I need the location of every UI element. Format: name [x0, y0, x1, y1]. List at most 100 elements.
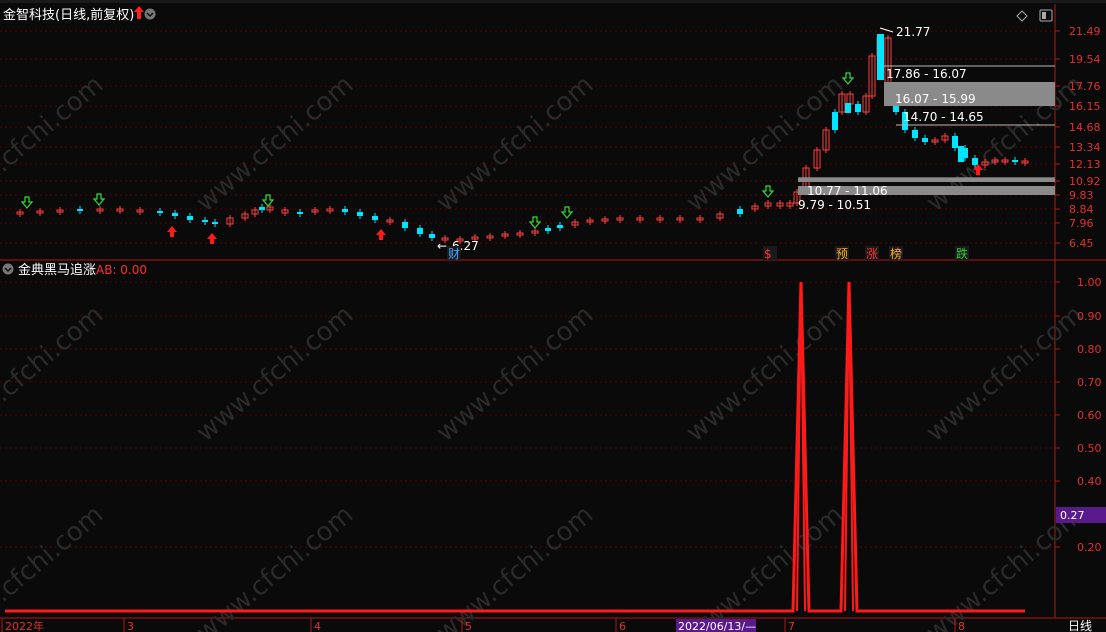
zone-band — [798, 178, 1055, 182]
buy-arrow-icon — [207, 233, 217, 244]
event-tag: $ — [764, 247, 772, 261]
x-tick-label: 5 — [465, 620, 472, 632]
low-pointer-icon: ← — [437, 239, 447, 253]
candle-body-down — [845, 103, 851, 113]
peak-candle — [877, 34, 884, 80]
y-tick-label: 0.80 — [1077, 343, 1102, 356]
event-tags[interactable]: 财 $ 预 涨榜 跌 — [447, 246, 969, 261]
candle-body-down — [187, 216, 193, 220]
zone-label: 14.70 - 14.65 — [903, 110, 984, 124]
indicator-dropdown-icon[interactable] — [2, 263, 14, 275]
up-arrow-icon — [134, 6, 144, 19]
y-tick-label: 0.90 — [1077, 310, 1102, 323]
x-tick-label: 8 — [958, 620, 965, 632]
x-tick-label: 7 — [788, 620, 795, 632]
candle-body-down — [855, 104, 861, 112]
x-tick-label: 3 — [127, 620, 134, 632]
candle-body-down — [212, 222, 218, 224]
candle-body-down — [297, 212, 303, 214]
zone-label: 10.77 - 11.06 — [807, 184, 888, 198]
y-tick-label: 0.50 — [1077, 442, 1102, 455]
candle-body-down — [172, 213, 178, 216]
event-tag: 预 — [836, 247, 848, 261]
candle-body-down — [402, 222, 408, 228]
watermark-text: www.cfchi.com — [191, 70, 360, 218]
watermark-layer: www.cfchi.com www.cfchi.com www.cfchi.com w… — [0, 70, 1089, 632]
y-tick-label: 16.15 — [1069, 100, 1101, 113]
event-tag: 财 — [448, 247, 460, 261]
current-value-text: 0.27 — [1060, 509, 1085, 522]
price-y-axis: 21.49 19.54 17.76 16.15 14.68 13.34 12.13 10.92… — [1055, 25, 1101, 250]
candle-body-down — [357, 212, 363, 216]
candle-body-down — [259, 207, 265, 210]
event-tag: 跌 — [956, 246, 968, 261]
x-tick-label: 4 — [314, 620, 321, 632]
candle-body-down — [972, 158, 978, 165]
candle-body-down — [557, 225, 563, 228]
buy-arrow-icon — [376, 229, 386, 240]
candle-body-down — [342, 209, 348, 212]
candle-body-down — [429, 234, 435, 238]
y-tick-label: 14.68 — [1069, 121, 1101, 134]
y-tick-label: 9.83 — [1069, 189, 1094, 202]
watermark-text: www.cfchi.com — [0, 70, 109, 218]
y-tick-label: 6.45 — [1069, 237, 1094, 250]
zone-label: 16.07 - 15.99 — [895, 92, 976, 106]
y-tick-label: 8.84 — [1069, 203, 1094, 216]
watermark-text: www.cfchi.com — [431, 300, 600, 448]
y-tick-label: 0.40 — [1077, 475, 1102, 488]
candle-body-down — [922, 138, 928, 142]
y-tick-label: 0.20 — [1077, 541, 1102, 554]
window-icon-pane — [1042, 12, 1046, 19]
high-price-label: 21.77 — [896, 25, 930, 39]
dropdown-icon[interactable] — [144, 8, 156, 20]
candle-body-down — [202, 220, 208, 222]
watermark-text: www.cfchi.com — [681, 300, 850, 448]
y-tick-label: 21.49 — [1069, 25, 1101, 38]
stock-title[interactable]: 金智科技(日线,前复权) — [3, 7, 134, 23]
watermark-text: www.cfchi.com — [191, 300, 360, 448]
event-tag: 涨 — [866, 246, 878, 261]
y-tick-label: 0.70 — [1077, 376, 1102, 389]
indicator-grid — [0, 281, 1055, 548]
y-tick-label: 13.34 — [1069, 141, 1101, 154]
watermark-text: www.cfchi.com — [0, 300, 109, 448]
candle-body-down — [545, 228, 551, 231]
cursor-date-text: 2022/06/13/— — [678, 620, 756, 632]
y-tick-label: 19.54 — [1069, 53, 1101, 66]
indicator-ab-value: AB: 0.00 — [96, 263, 147, 277]
indicator-name[interactable]: 金典黑马追涨 — [18, 262, 96, 278]
candle-body-down — [372, 216, 378, 220]
y-tick-label: 12.13 — [1069, 158, 1101, 171]
y-tick-label: 1.00 — [1077, 276, 1102, 289]
candle-body-down — [157, 211, 163, 213]
zone-label: 17.86 - 16.07 — [886, 67, 967, 81]
candle-body-down — [1012, 160, 1018, 162]
sell-arrow-icon — [841, 72, 855, 85]
drop-candle — [958, 146, 964, 162]
y-tick-label: 10.92 — [1069, 175, 1101, 188]
candle-body-down — [77, 209, 83, 211]
top-strip — [0, 0, 1106, 3]
event-tag: 榜 — [890, 246, 902, 261]
y-tick-label: 7.96 — [1069, 217, 1094, 230]
sell-arrow-icon — [20, 196, 34, 209]
sell-arrow-icon — [92, 193, 106, 206]
candle-body-down — [832, 112, 838, 130]
candle-body-down — [952, 136, 958, 148]
diamond-icon[interactable] — [1016, 10, 1028, 22]
candle-body-down — [912, 130, 918, 138]
x-tick-label: 6 — [619, 620, 626, 632]
x-axis: 2022年 3 4 5 6 7 8 — [1, 618, 965, 632]
buy-arrow-icon — [167, 226, 177, 237]
period-label[interactable]: 日线 — [1068, 619, 1092, 632]
watermark-text: www.cfchi.com — [431, 70, 600, 218]
zone-label: 9.79 - 10.51 — [798, 198, 871, 212]
sell-arrow-icon — [261, 194, 275, 207]
y-tick-label: 0.60 — [1077, 409, 1102, 422]
x-tick-label: 2022年 — [5, 619, 44, 632]
candle-body-down — [417, 228, 423, 234]
chart-canvas[interactable]: www.cfchi.com www.cfchi.com www.cfchi.com w… — [0, 0, 1106, 632]
candle-body-down — [737, 209, 743, 214]
watermark-text: www.cfchi.com — [921, 300, 1090, 448]
